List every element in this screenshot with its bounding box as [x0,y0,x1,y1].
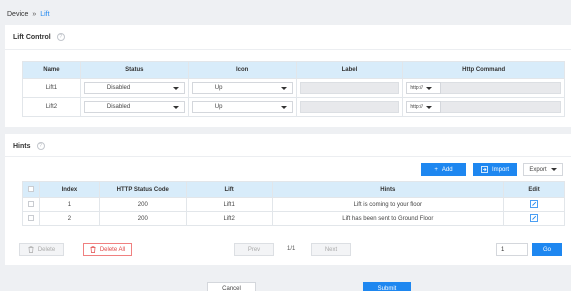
hint-lift: Lift2 [185,211,273,226]
table-header-row: Name Status Icon Label Http Command [22,61,565,79]
page-number-input[interactable]: 1 [496,243,528,256]
go-button[interactable]: Go [532,243,562,256]
column-header-index: Index [38,181,100,198]
status-select-value: Disabled [106,85,131,91]
status-select[interactable]: Disabled [83,82,185,94]
help-icon[interactable]: ? [36,142,45,150]
lift-control-card: Lift Control ? Name Status Icon Label Ht… [5,25,571,127]
http-protocol-select[interactable]: http:// [406,101,442,113]
import-icon [481,166,488,173]
label-input[interactable] [299,101,400,113]
column-header-icon: Icon [187,61,297,79]
delete-button[interactable]: Delete [19,243,64,256]
hint-lift: Lift1 [185,197,273,212]
trash-icon [90,246,96,253]
icon-select[interactable]: Up [191,82,293,94]
help-icon[interactable]: ? [56,33,65,41]
table-row: Lift2 Disabled Up http:// [22,97,565,117]
http-command-input[interactable] [441,82,561,94]
next-page-button[interactable]: Next [311,243,351,256]
hint-index: 2 [38,211,100,226]
lift-control-table: Name Status Icon Label Http Command Lift… [22,61,565,117]
column-header-edit: Edit [503,181,565,198]
column-header-http-command: Http Command [402,61,565,79]
delete-all-button-label: Delete All [99,246,126,253]
lift-control-title: Lift Control ? [13,33,65,41]
select-all-checkbox[interactable] [27,185,34,192]
icon-select-value: Up [214,85,223,91]
column-header-name: Name [22,61,81,79]
export-dropdown[interactable]: Export [523,163,563,176]
caret-down-icon [425,105,432,109]
page-indicator: 1/1 [287,246,296,252]
column-header-http-status-code: HTTP Status Code [98,181,187,198]
import-button[interactable]: Import [473,163,517,176]
table-row: 2 200 Lift2 Lift has been sent to Ground… [22,211,565,226]
edit-icon[interactable] [530,199,538,208]
hints-card: Hints ? + Add Import Export Index HTTP S… [5,134,571,265]
caret-down-icon [550,168,557,171]
hints-title-text: Hints [13,142,31,150]
trash-icon [28,246,34,253]
row-checkbox[interactable] [27,200,34,207]
hint-text: Lift has been sent to Ground Floor [271,211,505,226]
breadcrumb-separator: » [32,11,37,18]
column-header-hints: Hints [271,181,505,198]
status-select-value: Disabled [106,104,131,110]
http-protocol-value: http:// [410,104,423,110]
table-row: Lift1 Disabled Up http:// [22,78,565,98]
cancel-button[interactable]: Cancel [207,282,256,291]
divider [5,156,571,157]
edit-icon[interactable] [530,213,538,222]
column-header-label: Label [295,61,404,79]
icon-select[interactable]: Up [191,101,293,113]
row-checkbox[interactable] [27,214,34,221]
hint-index: 1 [38,197,100,212]
submit-button[interactable]: Submit [363,282,411,291]
delete-all-button[interactable]: Delete All [83,243,132,256]
hints-table: Index HTTP Status Code Lift Hints Edit 1… [22,181,565,226]
http-protocol-value: http:// [410,85,423,91]
breadcrumb: Device » Lift [7,11,50,18]
caret-down-icon [172,86,179,90]
icon-select-value: Up [214,104,223,110]
divider [5,49,571,50]
table-header-row: Index HTTP Status Code Lift Hints Edit [22,181,565,198]
http-protocol-select[interactable]: http:// [406,82,442,94]
http-command-input[interactable] [441,101,561,113]
add-button[interactable]: + Add [421,163,466,176]
export-dropdown-label: Export [529,166,547,173]
plus-icon: + [434,166,438,173]
breadcrumb-current: Lift [40,11,50,18]
delete-button-label: Delete [37,246,56,253]
caret-down-icon [425,86,432,90]
column-header-status: Status [79,61,189,79]
caret-down-icon [280,86,287,90]
hint-status-code: 200 [98,197,187,212]
status-select[interactable]: Disabled [83,101,185,113]
lift-name: Lift2 [22,97,81,117]
hint-text: Lift is coming to your floor [271,197,505,212]
lift-control-title-text: Lift Control [13,33,51,41]
caret-down-icon [172,105,179,109]
hints-title: Hints ? [13,142,45,150]
add-button-label: Add [441,166,453,173]
table-row: 1 200 Lift1 Lift is coming to your floor [22,197,565,212]
lift-name: Lift1 [22,78,81,98]
import-button-label: Import [491,166,509,173]
prev-page-button[interactable]: Prev [234,243,274,256]
hint-status-code: 200 [98,211,187,226]
caret-down-icon [280,105,287,109]
label-input[interactable] [299,82,400,94]
column-header-lift: Lift [185,181,273,198]
breadcrumb-parent[interactable]: Device [7,11,28,18]
